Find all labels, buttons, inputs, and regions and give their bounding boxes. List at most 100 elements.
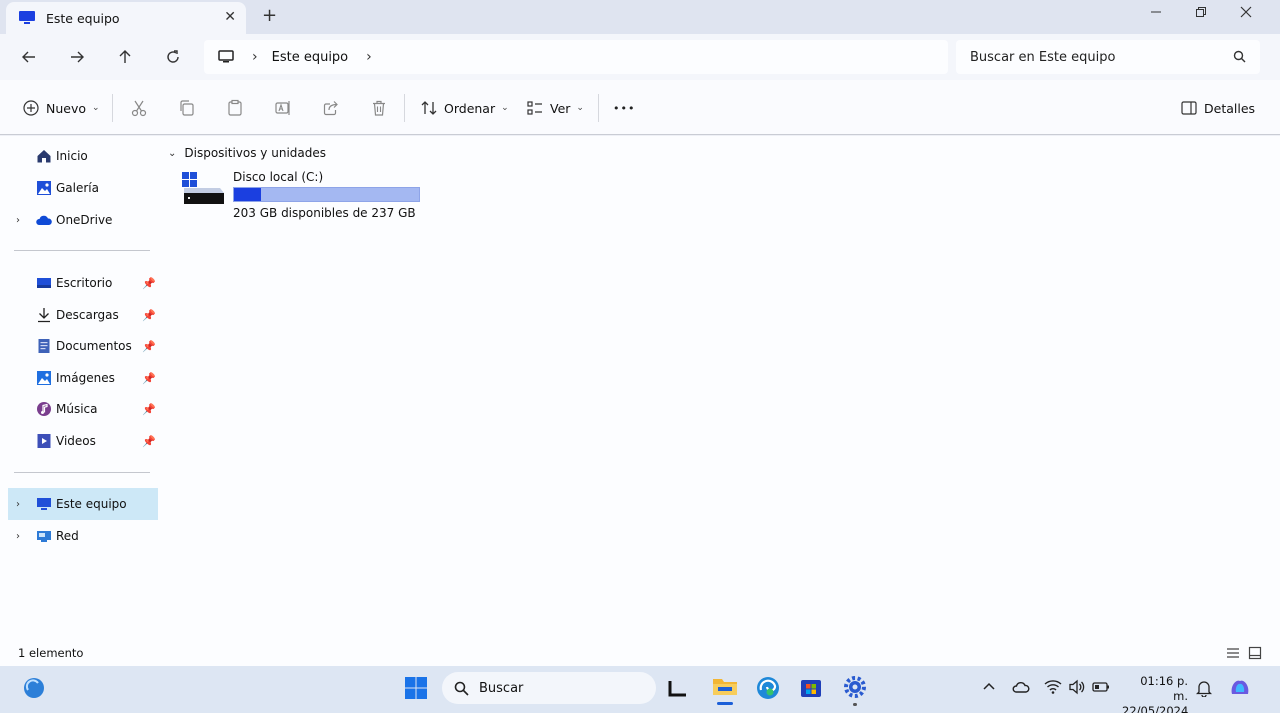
view-label: Ver xyxy=(550,100,571,116)
chevron-down-icon: ⌄ xyxy=(576,103,584,113)
arrow-up-icon xyxy=(119,50,131,63)
volume-button[interactable] xyxy=(1068,679,1086,698)
widgets-button[interactable] xyxy=(22,676,46,703)
delete-button[interactable] xyxy=(370,96,388,120)
pin-icon[interactable]: 📌 xyxy=(142,340,156,353)
start-button[interactable] xyxy=(404,676,428,703)
tab-close-button[interactable]: ✕ xyxy=(224,9,236,25)
download-icon xyxy=(38,308,50,323)
back-button[interactable] xyxy=(16,44,42,70)
search-input[interactable] xyxy=(970,49,1220,65)
taskbar-app-edge[interactable] xyxy=(755,675,781,704)
sidebar-item-documentos[interactable]: Documentos 📌 xyxy=(8,332,158,360)
chevron-right-icon[interactable]: › xyxy=(16,215,20,226)
more-options-button[interactable]: ••• xyxy=(613,96,635,120)
pin-icon[interactable]: 📌 xyxy=(142,372,156,385)
plus-circle-icon xyxy=(23,100,39,116)
pictures-icon xyxy=(37,371,51,385)
rename-icon xyxy=(275,101,290,115)
taskbar-app-store[interactable] xyxy=(799,675,823,702)
copy-button[interactable] xyxy=(178,96,196,120)
chevron-right-icon[interactable]: › xyxy=(16,499,20,510)
new-tab-button[interactable]: + xyxy=(262,5,277,26)
sidebar-item-red[interactable]: › Red xyxy=(8,522,158,550)
sidebar-item-onedrive[interactable]: › OneDrive xyxy=(8,206,158,234)
sidebar-item-escritorio[interactable]: Escritorio 📌 xyxy=(8,269,158,297)
drive-item-c[interactable]: Disco local (C:) 203 GB disponibles de 2… xyxy=(180,170,440,222)
tiles-view-button[interactable] xyxy=(1248,646,1262,663)
details-view-button[interactable] xyxy=(1226,646,1240,663)
forward-button[interactable] xyxy=(64,44,90,70)
notifications-button[interactable] xyxy=(1195,679,1213,700)
up-button[interactable] xyxy=(112,44,138,70)
maximize-button[interactable] xyxy=(1195,6,1207,22)
sort-button[interactable]: Ordenar ⌄ xyxy=(420,96,509,120)
sidebar-item-videos[interactable]: Videos 📌 xyxy=(8,427,158,455)
running-app-indicator xyxy=(853,703,857,706)
minimize-button[interactable] xyxy=(1150,6,1162,22)
sidebar-item-musica[interactable]: Música 📌 xyxy=(8,395,158,423)
copilot-icon xyxy=(1231,680,1249,694)
content-pane: ⌄ Dispositivos y unidades Disco local (C… xyxy=(166,136,1266,640)
battery-button[interactable] xyxy=(1092,680,1110,697)
cut-button[interactable] xyxy=(130,96,148,120)
pin-icon[interactable]: 📌 xyxy=(142,403,156,416)
paste-button[interactable] xyxy=(226,96,244,120)
clock-time: 01:16 p. m. xyxy=(1140,674,1188,703)
taskbar-search-label: Buscar xyxy=(479,680,524,696)
share-button[interactable] xyxy=(322,96,340,120)
breadcrumb-este-equipo[interactable]: Este equipo xyxy=(272,50,349,65)
local-disk-icon xyxy=(182,172,224,204)
taskbar-clock[interactable]: 01:16 p. m. 22/05/2024 xyxy=(1122,674,1188,713)
chevron-up-icon xyxy=(983,682,995,690)
chevron-right-icon[interactable]: › xyxy=(16,531,20,542)
drive-free-space: 203 GB disponibles de 237 GB xyxy=(233,206,416,220)
breadcrumb-separator[interactable]: › xyxy=(366,49,372,65)
this-pc-icon xyxy=(37,498,51,510)
windows-start-icon xyxy=(405,677,427,699)
rename-button[interactable] xyxy=(274,96,292,120)
title-bar: Este equipo ✕ + xyxy=(0,0,1280,34)
pin-icon[interactable]: 📌 xyxy=(142,277,156,290)
sidebar-divider xyxy=(14,472,150,473)
main-area: Inicio Galería › OneDrive Escritorio 📌 D… xyxy=(0,136,1280,640)
weather-widget-icon xyxy=(24,678,44,698)
divider xyxy=(598,94,599,122)
sidebar-item-imagenes[interactable]: Imágenes 📌 xyxy=(8,364,158,392)
arrow-right-icon xyxy=(71,51,84,63)
copilot-button[interactable] xyxy=(1228,676,1252,703)
sidebar-item-este-equipo[interactable]: › Este equipo xyxy=(8,488,158,520)
taskbar-app-task-view[interactable] xyxy=(668,679,688,700)
sidebar-item-inicio[interactable]: Inicio xyxy=(8,142,158,170)
view-button[interactable]: Ver ⌄ xyxy=(526,96,584,120)
close-window-button[interactable] xyxy=(1240,6,1252,22)
pin-icon[interactable]: 📌 xyxy=(142,435,156,448)
taskbar-app-settings[interactable] xyxy=(842,674,868,706)
taskbar-app-file-explorer[interactable] xyxy=(712,675,738,705)
chevron-down-icon[interactable]: ⌄ xyxy=(168,148,176,159)
sidebar-item-label: Red xyxy=(56,529,79,543)
breadcrumb-separator[interactable]: › xyxy=(252,49,258,65)
sidebar-item-label: OneDrive xyxy=(56,213,113,227)
item-count: 1 elemento xyxy=(18,646,84,660)
show-hidden-icons-button[interactable] xyxy=(982,680,996,695)
wifi-button[interactable] xyxy=(1044,679,1062,698)
search-icon[interactable] xyxy=(1233,50,1246,63)
tab-este-equipo[interactable]: Este equipo ✕ xyxy=(6,2,246,34)
refresh-button[interactable] xyxy=(160,44,186,70)
store-icon xyxy=(801,680,821,697)
address-bar[interactable]: › Este equipo › xyxy=(204,40,948,74)
sidebar-item-descargas[interactable]: Descargas 📌 xyxy=(8,301,158,329)
search-icon xyxy=(454,681,469,696)
new-label: Nuevo xyxy=(46,100,87,116)
arrow-left-icon xyxy=(22,51,35,63)
sidebar-item-label: Descargas xyxy=(56,308,119,322)
pin-icon[interactable]: 📌 xyxy=(142,309,156,322)
group-header-devices[interactable]: ⌄ Dispositivos y unidades xyxy=(168,146,326,160)
taskbar-search[interactable]: Buscar xyxy=(442,672,656,704)
details-button[interactable]: Detalles xyxy=(1180,96,1255,120)
search-box[interactable] xyxy=(956,40,1260,74)
onedrive-tray-button[interactable] xyxy=(1012,680,1030,697)
sidebar-item-galeria[interactable]: Galería xyxy=(8,174,158,202)
new-button[interactable]: Nuevo ⌄ xyxy=(22,96,100,120)
